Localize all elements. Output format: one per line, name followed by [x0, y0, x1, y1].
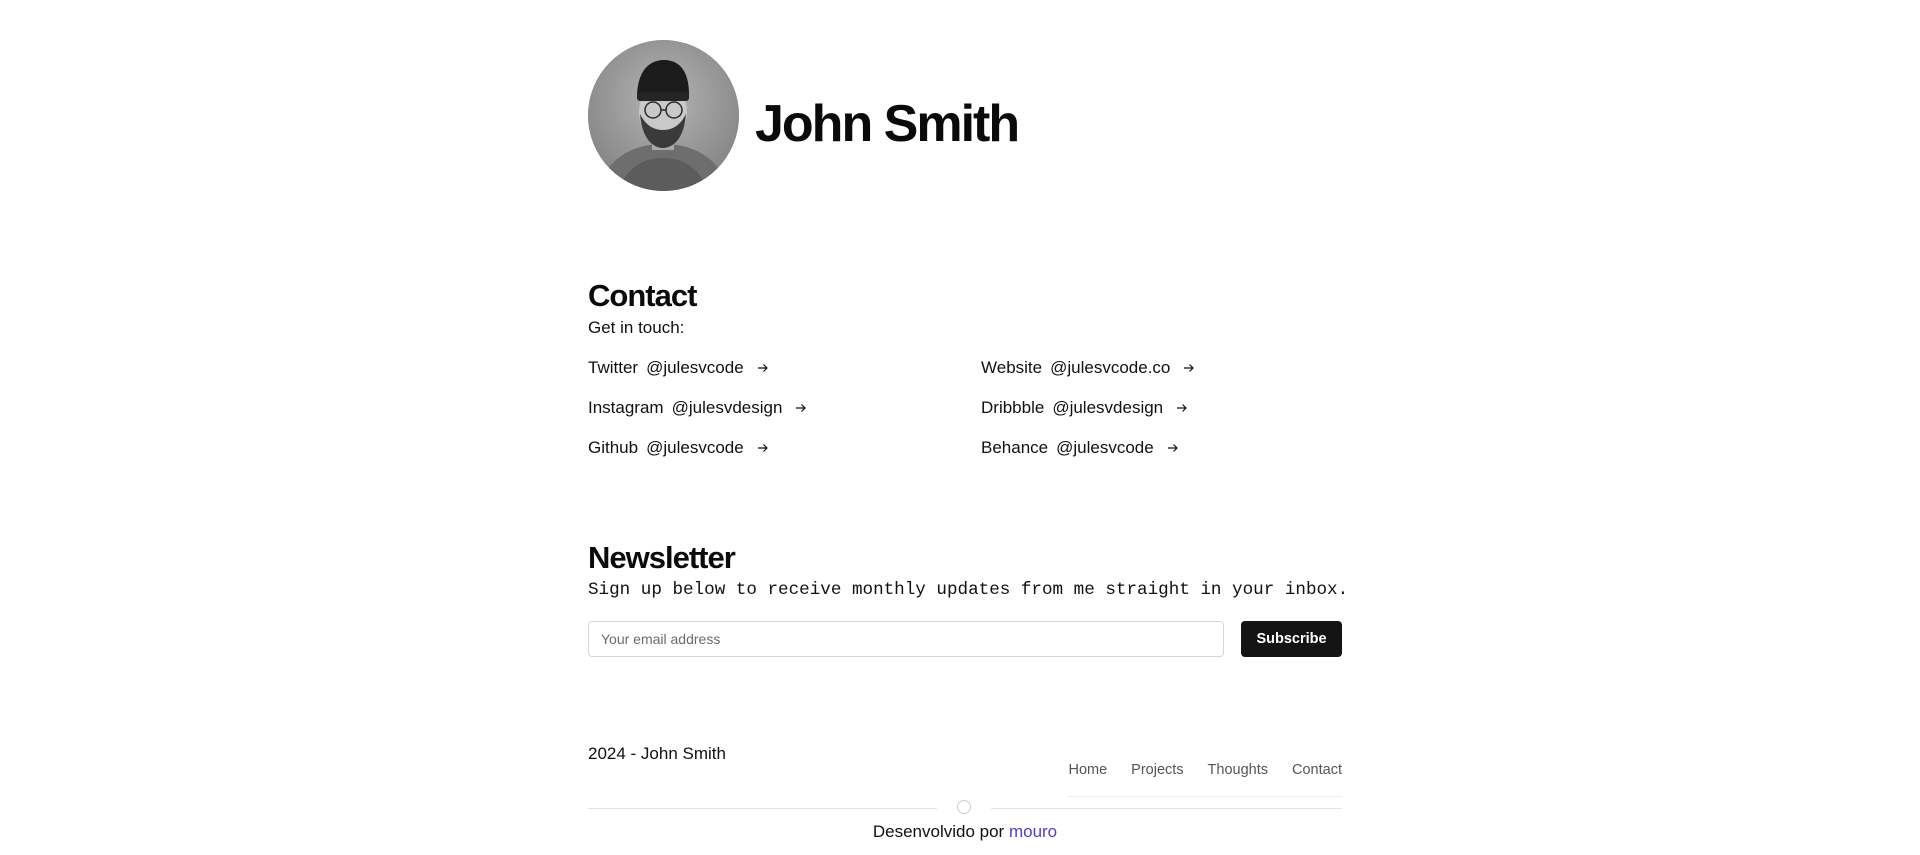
contact-link-dribbble[interactable]: Dribbble @julesvdesign [981, 398, 1189, 418]
copyright-text: 2024 - John Smith [588, 744, 726, 763]
divider-circle-icon [957, 800, 971, 814]
contact-link-twitter[interactable]: Twitter @julesvcode [588, 358, 770, 378]
contact-handle: @julesvcode [646, 438, 744, 457]
contact-link-behance[interactable]: Behance @julesvcode [981, 438, 1180, 458]
contact-heading: Contact [588, 278, 697, 313]
divider-line-right [991, 808, 1342, 809]
contact-subtitle: Get in touch: [588, 318, 685, 337]
arrow-right-icon [796, 404, 807, 412]
developer-credit: Desenvolvido por mouro [588, 822, 1342, 842]
newsletter-description: Sign up below to receive monthly updates… [588, 580, 1349, 600]
contact-platform: Website [981, 358, 1043, 377]
contact-handle: @julesvcode.co [1050, 358, 1171, 377]
footer-nav-projects[interactable]: Projects [1131, 762, 1183, 778]
contact-platform: Dribbble [981, 398, 1045, 417]
contact-link-website[interactable]: Website @julesvcode.co [981, 358, 1196, 378]
arrow-right-icon [1184, 364, 1195, 372]
arrow-right-icon [757, 364, 768, 372]
page-container: John Smith Contact Get in touch: Twitter… [588, 0, 1348, 855]
subscribe-button[interactable]: Subscribe [1241, 621, 1342, 657]
footer-nav: Home Projects Thoughts Contact [1068, 762, 1342, 797]
contact-platform: Github [588, 438, 639, 457]
contact-link-instagram[interactable]: Instagram @julesvdesign [588, 398, 808, 418]
footer-nav-contact[interactable]: Contact [1292, 762, 1342, 778]
newsletter-heading: Newsletter [588, 540, 736, 575]
profile-header: John Smith [588, 40, 1342, 191]
contact-handle: @julesvdesign [1052, 398, 1164, 417]
divider-line-left [588, 808, 937, 809]
arrow-right-icon [757, 444, 768, 452]
contact-platform: Instagram [588, 398, 664, 417]
contact-platform: Twitter [588, 358, 639, 377]
contact-handle: @julesvdesign [671, 398, 783, 417]
profile-name: John Smith [755, 95, 1020, 153]
footer-nav-thoughts[interactable]: Thoughts [1208, 762, 1268, 778]
footer-divider [588, 800, 1342, 814]
arrow-right-icon [1177, 404, 1187, 412]
contact-link-github[interactable]: Github @julesvcode [588, 438, 770, 458]
credit-prefix: Desenvolvido por [872, 822, 1005, 841]
avatar [588, 40, 739, 191]
footer-nav-home[interactable]: Home [1068, 762, 1107, 778]
contact-handle: @julesvcode [1056, 438, 1154, 457]
arrow-right-icon [1167, 444, 1178, 452]
contact-platform: Behance [981, 438, 1049, 457]
contact-handle: @julesvcode [646, 358, 744, 377]
email-field[interactable] [588, 621, 1224, 657]
credit-link[interactable]: mouro [1009, 822, 1057, 841]
avatar-portrait-image [588, 40, 739, 191]
